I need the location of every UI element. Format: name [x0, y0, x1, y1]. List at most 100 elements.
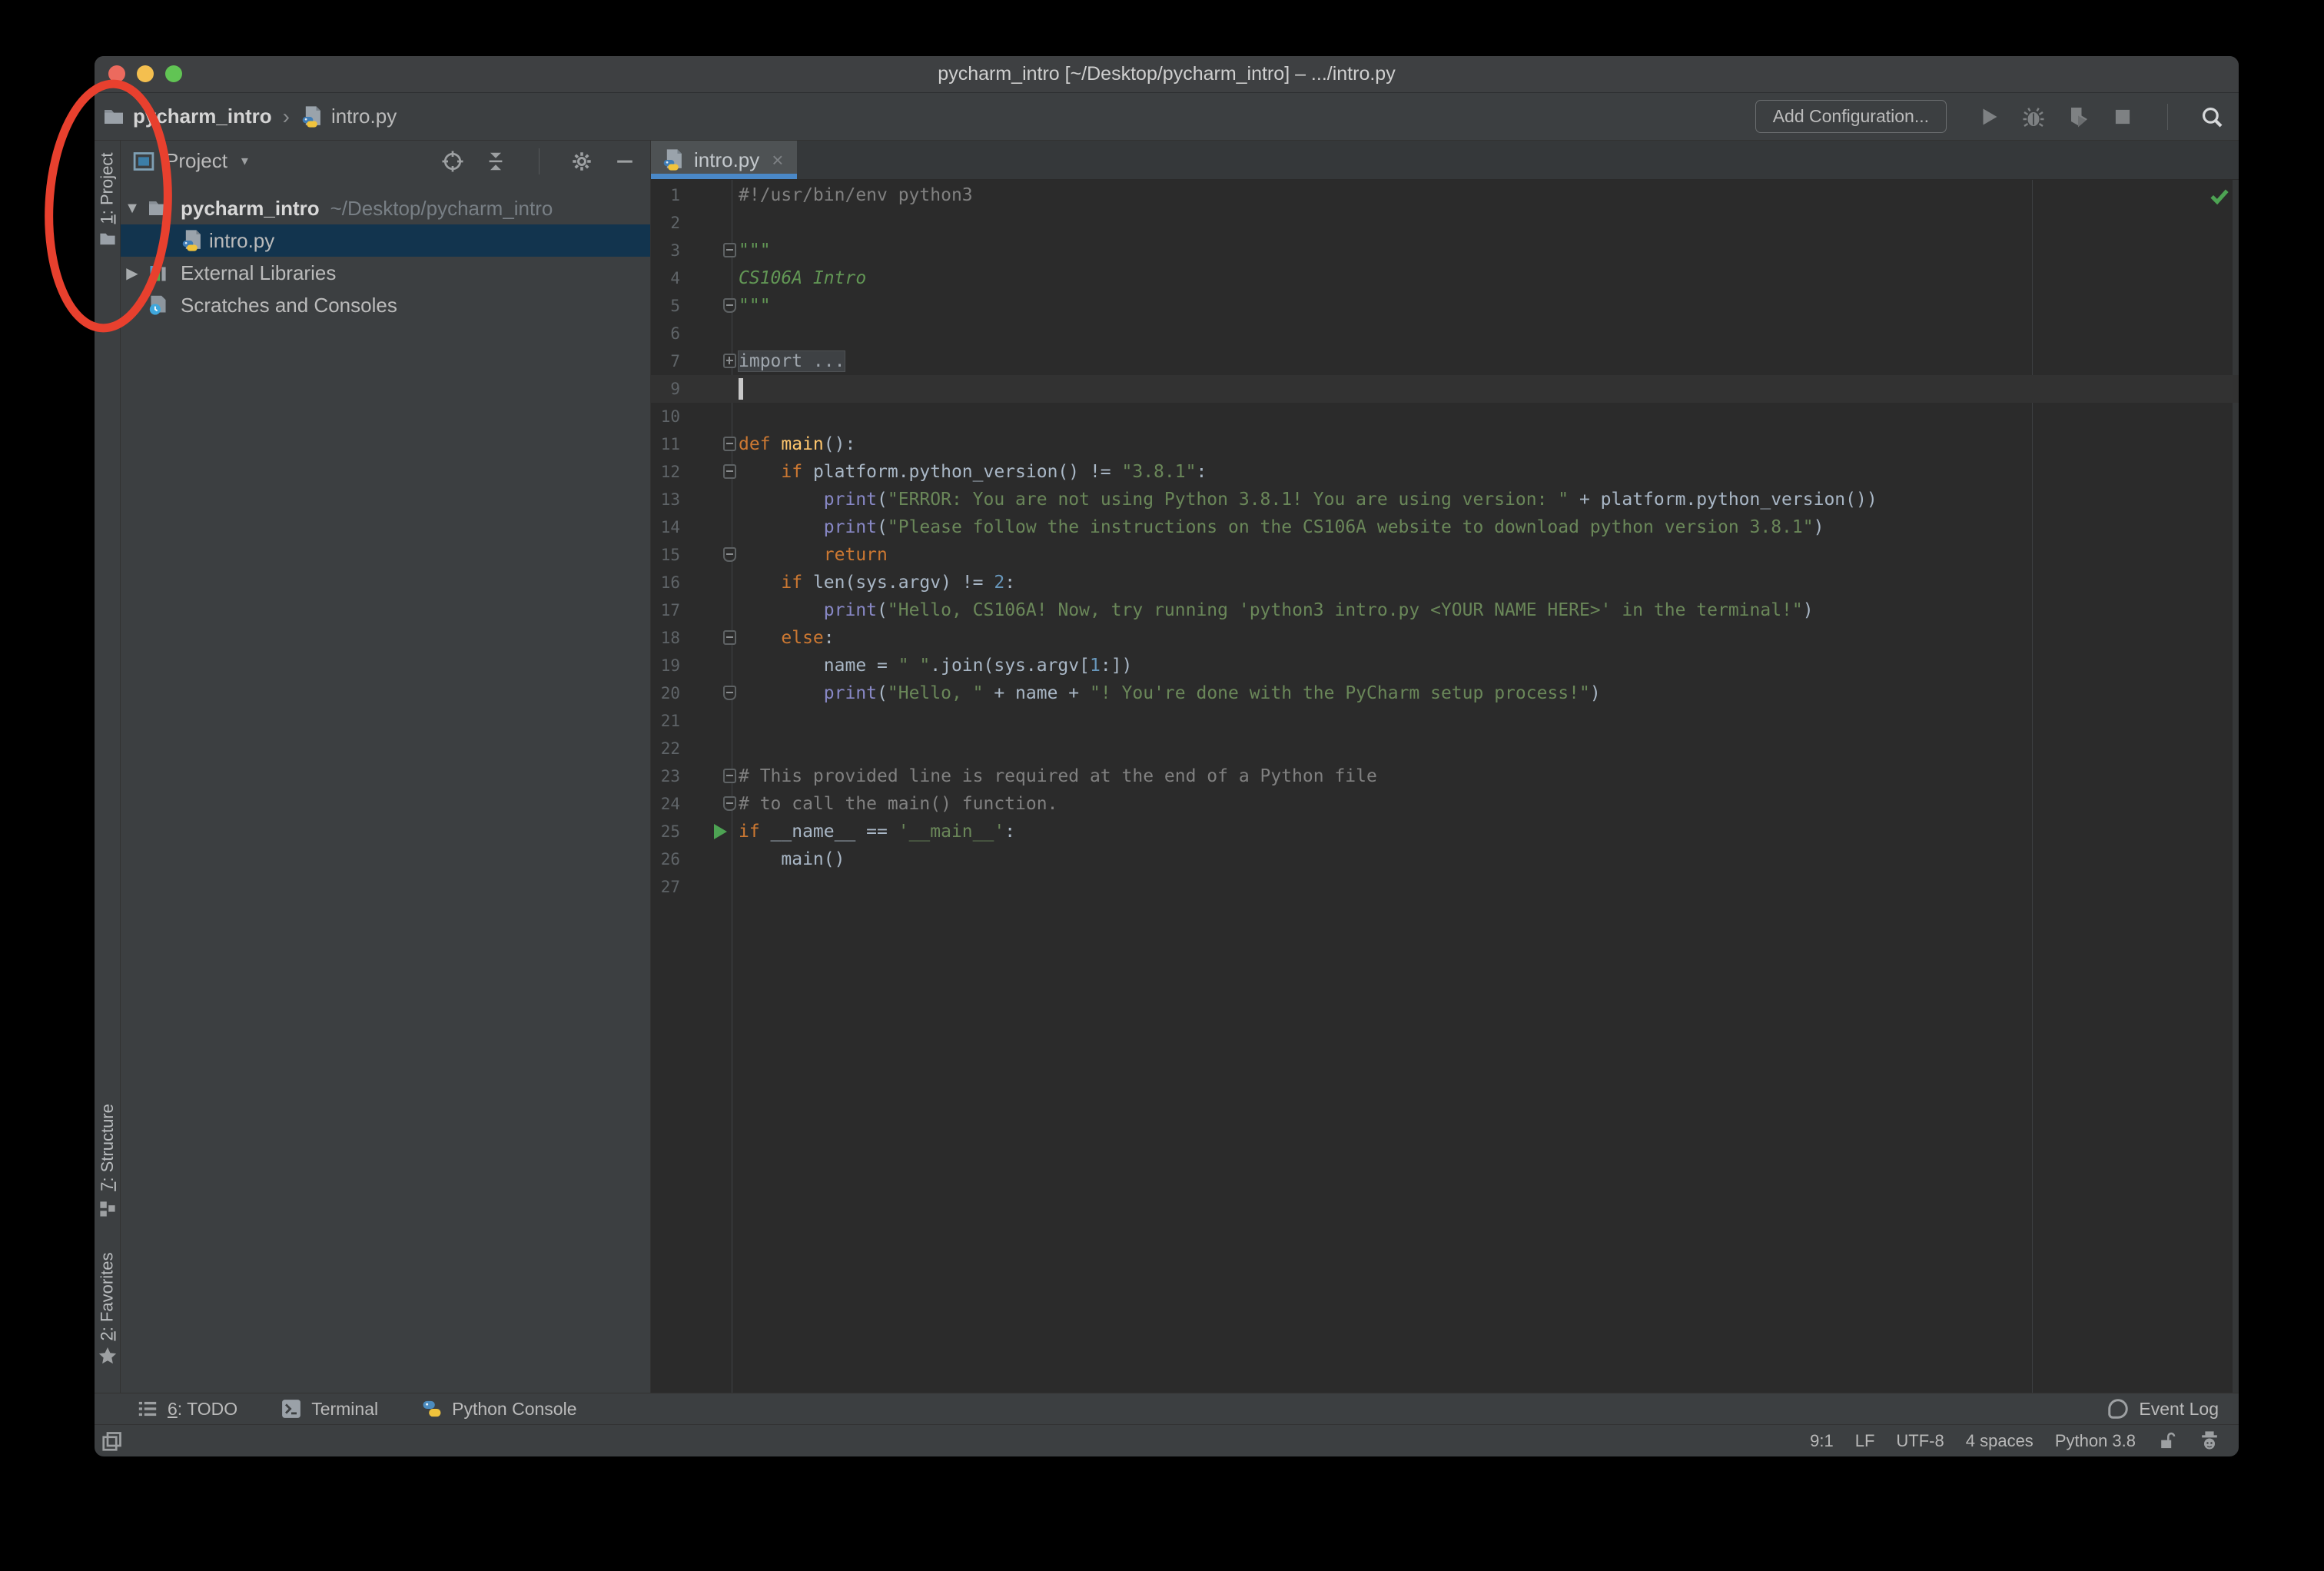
code-line-21[interactable]: 21	[651, 707, 2239, 735]
folder-icon[interactable]	[95, 230, 120, 248]
breadcrumb-file[interactable]: intro.py	[300, 105, 397, 128]
fold-marker-icon[interactable]	[723, 686, 736, 700]
hide-panel-icon[interactable]	[612, 148, 638, 174]
window-title: pycharm_intro [~/Desktop/pycharm_intro] …	[938, 63, 1396, 85]
tree-item-path: ~/Desktop/pycharm_intro	[330, 196, 553, 220]
code-line-16[interactable]: 16 if len(sys.argv) != 2:	[651, 569, 2239, 596]
code-line-4[interactable]: 4 CS106A Intro	[651, 264, 2239, 292]
status-indent[interactable]: 4 spaces	[1966, 1431, 2034, 1451]
code-line-7[interactable]: 7 import ...	[651, 347, 2239, 375]
chevron-right-icon[interactable]: ▶	[124, 264, 141, 283]
star-icon[interactable]	[95, 1346, 120, 1366]
breadcrumb-project[interactable]: pycharm_intro	[102, 105, 272, 128]
run-line-icon[interactable]	[714, 824, 727, 839]
fold-marker-icon[interactable]	[723, 354, 736, 368]
fold-marker-icon[interactable]	[723, 464, 736, 479]
code-line-13[interactable]: 13 print("ERROR: You are not using Pytho…	[651, 486, 2239, 513]
code-line-22[interactable]: 22	[651, 735, 2239, 762]
line-number: 11	[660, 435, 680, 453]
code-line-5[interactable]: 5 """	[651, 292, 2239, 320]
tool-button-label: Terminal	[311, 1398, 379, 1419]
status-encoding[interactable]: UTF-8	[1896, 1431, 1944, 1451]
tree-item-external-libraries[interactable]: ▶ External Libraries	[121, 257, 650, 289]
fold-marker-icon[interactable]	[723, 243, 736, 257]
line-number: 20	[660, 684, 680, 702]
code-line-15[interactable]: 15 return	[651, 541, 2239, 569]
code-line-2[interactable]: 2	[651, 209, 2239, 237]
tool-button-terminal[interactable]: Terminal	[281, 1398, 378, 1420]
line-number: 14	[660, 518, 680, 536]
code-line-1[interactable]: 1 #!/usr/bin/env python3	[651, 181, 2239, 209]
tree-item-pycharm-intro[interactable]: ▼ pycharm_intro ~/Desktop/pycharm_intro	[121, 192, 650, 224]
title-bar[interactable]: pycharm_intro [~/Desktop/pycharm_intro] …	[95, 56, 2239, 93]
folder-icon	[102, 105, 125, 128]
code-line-9[interactable]: 9	[651, 375, 2239, 403]
code-line-27[interactable]: 27	[651, 873, 2239, 901]
code-editor[interactable]: 1 #!/usr/bin/env python3 2 3 """ 4 CS106A Intr…	[651, 180, 2239, 1393]
collapse-all-icon[interactable]	[483, 148, 509, 174]
hector-icon[interactable]	[2199, 1430, 2220, 1452]
project-view-selector[interactable]: Project	[165, 149, 227, 173]
code-text: # to call the main() function.	[739, 794, 1058, 814]
code-line-17[interactable]: 17 print("Hello, CS106A! Now, try runnin…	[651, 596, 2239, 624]
code-line-10[interactable]: 10	[651, 403, 2239, 430]
settings-icon[interactable]	[569, 148, 595, 174]
locate-icon[interactable]	[440, 148, 466, 174]
terminal-icon	[281, 1398, 302, 1420]
fold-marker-icon[interactable]	[723, 796, 736, 811]
tab-label: intro.py	[694, 148, 760, 171]
tool-button-favorites[interactable]: 2: Favorites	[95, 1253, 120, 1341]
tool-button-event-log[interactable]: Event Log	[2107, 1397, 2219, 1420]
stop-icon[interactable]	[2110, 104, 2136, 130]
tree-item-scratches-and-consoles[interactable]: Scratches and Consoles	[121, 289, 650, 321]
tool-button-project[interactable]: 1: Project	[95, 153, 120, 224]
code-line-14[interactable]: 14 print("Please follow the instructions…	[651, 513, 2239, 541]
code-line-20[interactable]: 20 print("Hello, " + name + "! You're do…	[651, 679, 2239, 707]
line-number: 5	[670, 297, 680, 315]
chevron-down-icon[interactable]: ▼	[124, 200, 141, 218]
code-text: def main():	[739, 434, 856, 454]
code-line-26[interactable]: 26 main()	[651, 845, 2239, 873]
tree-item-intro-py[interactable]: intro.py	[121, 224, 650, 257]
fold-marker-icon[interactable]	[723, 769, 736, 783]
search-icon[interactable]	[2199, 104, 2225, 130]
line-number: 19	[660, 656, 680, 675]
code-line-25[interactable]: 25 if __name__ == '__main__':	[651, 818, 2239, 845]
tool-button-python-console[interactable]: Python Console	[421, 1398, 577, 1420]
code-line-3[interactable]: 3 """	[651, 237, 2239, 264]
code-line-11[interactable]: 11 def main():	[651, 430, 2239, 458]
fold-marker-icon[interactable]	[723, 630, 736, 645]
unlock-icon[interactable]	[2157, 1431, 2177, 1451]
toggle-panels-icon[interactable]	[101, 1430, 124, 1453]
debug-icon[interactable]	[2020, 104, 2047, 130]
add-configuration-button[interactable]: Add Configuration...	[1755, 100, 1947, 133]
fold-marker-icon[interactable]	[723, 547, 736, 562]
fold-marker-icon[interactable]	[723, 437, 736, 451]
chevron-down-icon[interactable]: ▾	[241, 153, 248, 169]
event-log-label: Event Log	[2139, 1398, 2219, 1419]
divider	[2154, 103, 2180, 130]
coverage-icon[interactable]	[2065, 104, 2091, 130]
fold-marker-icon[interactable]	[723, 298, 736, 313]
code-line-23[interactable]: 23 # This provided line is required at th…	[651, 762, 2239, 790]
status-line-separator[interactable]: LF	[1855, 1431, 1875, 1451]
check-icon[interactable]	[2208, 184, 2231, 208]
structure-icon[interactable]	[95, 1200, 120, 1218]
code-line-18[interactable]: 18 else:	[651, 624, 2239, 652]
close-tab-icon[interactable]: ×	[772, 148, 783, 172]
tab-intro-py[interactable]: intro.py ×	[651, 141, 798, 179]
folder-icon	[147, 197, 170, 220]
editor-tab-bar: intro.py ×	[651, 141, 2239, 180]
status-interpreter[interactable]: Python 3.8	[2055, 1431, 2136, 1451]
code-line-19[interactable]: 19 name = " ".join(sys.argv[1:])	[651, 652, 2239, 679]
run-toolbar-actions	[1976, 103, 2225, 130]
code-line-24[interactable]: 24 # to call the main() function.	[651, 790, 2239, 818]
code-line-6[interactable]: 6	[651, 320, 2239, 347]
status-caret-position[interactable]: 9:1	[1810, 1431, 1834, 1451]
run-icon[interactable]	[1976, 104, 2002, 130]
line-number: 7	[670, 352, 680, 370]
project-panel-actions	[440, 148, 638, 174]
code-line-12[interactable]: 12 if platform.python_version() != "3.8.…	[651, 458, 2239, 486]
tool-button-structure[interactable]: 7: Structure	[95, 1104, 120, 1191]
tool-button-todo[interactable]: 6: TODO	[137, 1398, 237, 1420]
